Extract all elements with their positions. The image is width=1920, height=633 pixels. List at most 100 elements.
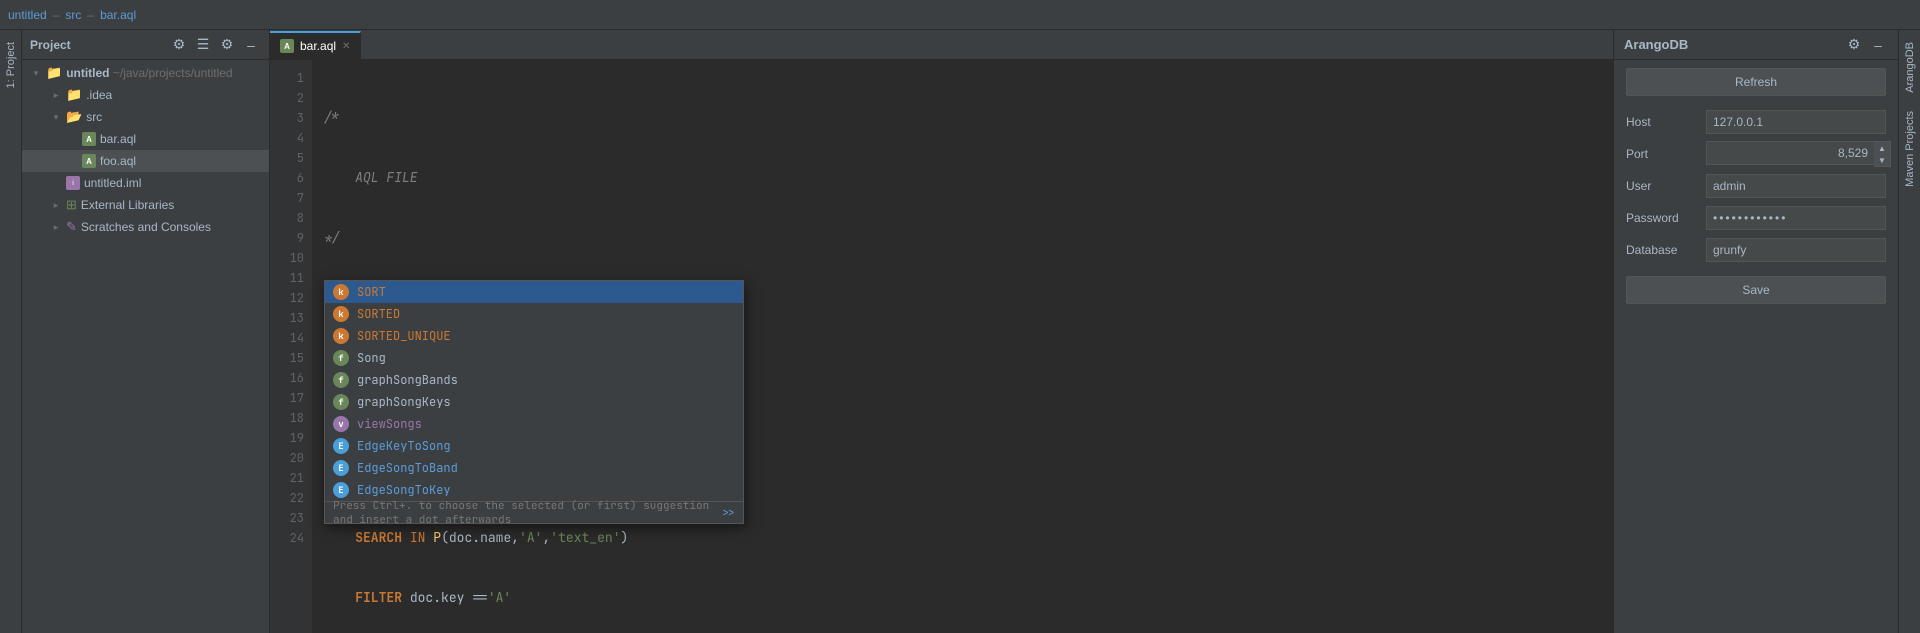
tree-item-bar-aql[interactable]: A bar.aql (22, 128, 269, 150)
arangodb-title: ArangoDB (1624, 37, 1688, 52)
src-link[interactable]: src (65, 8, 81, 22)
tree-label-iml: untitled.iml (84, 176, 141, 190)
port-label: Port (1626, 147, 1706, 161)
arrow-iml (50, 177, 62, 189)
settings-icon[interactable]: ⚙ (169, 35, 189, 55)
ac-icon-edge-key: E (333, 438, 349, 454)
port-spinners: ▲ ▼ (1874, 141, 1891, 167)
ac-hint-bar: Press Ctrl+. to choose the selected (or … (325, 501, 743, 523)
tree-label-src: src (86, 110, 102, 124)
file-icon-foo-aql: A (82, 154, 96, 168)
arrow-untitled: ▾ (30, 67, 42, 79)
file-icon-bar-aql: A (82, 132, 96, 146)
sep2: – (87, 8, 94, 22)
autocomplete-dropdown[interactable]: k SORT k SORTED k SORTED_UNIQUE f Song f (324, 280, 744, 524)
ac-icon-edge-band: E (333, 460, 349, 476)
ac-label-sort: SORT (357, 284, 386, 300)
tree-label-foo-aql: foo.aql (100, 154, 136, 168)
minimize-icon[interactable]: – (241, 35, 261, 55)
tree-item-src[interactable]: ▾ 📂 src (22, 106, 269, 128)
arangodb-panel: ArangoDB ⚙ – Refresh Host Port ▲ ▼ (1613, 30, 1898, 633)
tree-item-ext-libs[interactable]: ▸ ⊞ External Libraries (22, 194, 269, 216)
password-row: Password (1626, 204, 1886, 232)
tree-item-iml[interactable]: i untitled.iml (22, 172, 269, 194)
password-label: Password (1626, 211, 1706, 225)
maven-side-tab[interactable]: Maven Projects (1901, 103, 1919, 195)
right-panel-header: ArangoDB ⚙ – (1614, 30, 1898, 60)
code-line-3: */ (324, 228, 1613, 248)
left-panel-tabs: 1: Project (0, 30, 22, 633)
close-icon-right[interactable]: – (1868, 35, 1888, 55)
tree-item-scratches[interactable]: ▸ ✎ Scratches and Consoles (22, 216, 269, 238)
sep1: – (53, 8, 60, 22)
gear-icon[interactable]: ⚙ (217, 35, 237, 55)
scratches-icon: ✎ (66, 219, 77, 235)
host-input[interactable] (1706, 110, 1886, 134)
ac-icon-song: f (333, 350, 349, 366)
ac-item-edge-song-to-band[interactable]: E EdgeSongToBand (325, 457, 743, 479)
ac-item-sorted-unique[interactable]: k SORTED_UNIQUE (325, 325, 743, 347)
ac-icon-edge-skey: E (333, 482, 349, 498)
port-increment[interactable]: ▲ (1874, 142, 1890, 154)
ac-label-edge-skey: EdgeSongToKey (357, 482, 451, 498)
tab-bar: A bar.aql ✕ (270, 30, 1613, 60)
settings-icon-right[interactable]: ⚙ (1844, 35, 1864, 55)
ac-label-sorted: SORTED (357, 306, 400, 322)
tree-label-scratches: Scratches and Consoles (81, 220, 211, 234)
password-input[interactable] (1706, 206, 1886, 230)
tree-item-idea[interactable]: ▸ 📁 .idea (22, 84, 269, 106)
arrow-bar (66, 133, 78, 145)
refresh-button[interactable]: Refresh (1626, 68, 1886, 96)
folder-icon-idea: 📁 (66, 87, 82, 103)
arrow-scratches: ▸ (50, 221, 62, 233)
user-row: User (1626, 172, 1886, 200)
ac-label-graph-keys: graphSongKeys (357, 394, 451, 410)
code-line-9: FILTER doc.key =='A' (324, 588, 1613, 608)
ac-item-sorted[interactable]: k SORTED (325, 303, 743, 325)
project-tree: ▾ 📁 untitled ~/java/projects/untitled ▸ … (22, 60, 269, 633)
arangodb-side-tab[interactable]: ArangoDB (1901, 34, 1919, 101)
port-input[interactable] (1706, 141, 1874, 165)
collapse-icon[interactable]: ☰ (193, 35, 213, 55)
editor-tab-bar-aql[interactable]: A bar.aql ✕ (270, 31, 361, 59)
database-label: Database (1626, 243, 1706, 257)
folder-icon-untitled: 📁 (46, 65, 62, 81)
tab-close-icon[interactable]: ✕ (342, 41, 350, 52)
code-editor[interactable]: 1 2 3 4 5 6 7 8 9 10 11 12 13 14 15 16 1… (270, 60, 1613, 633)
ac-icon-sorted: k (333, 306, 349, 322)
database-input[interactable] (1706, 238, 1886, 262)
save-button[interactable]: Save (1626, 276, 1886, 304)
port-row: Port ▲ ▼ (1626, 140, 1886, 168)
ac-item-graph-song-bands[interactable]: f graphSongBands (325, 369, 743, 391)
ac-icon-graph-bands: f (333, 372, 349, 388)
file-link[interactable]: bar.aql (100, 8, 136, 22)
arrow-ext: ▸ (50, 199, 62, 211)
ac-item-graph-song-keys[interactable]: f graphSongKeys (325, 391, 743, 413)
ac-item-view-songs[interactable]: v viewSongs (325, 413, 743, 435)
main-layout: 1: Project Project ⚙ ☰ ⚙ – ▾ 📁 untitled … (0, 30, 1920, 633)
sidebar-title: Project (30, 38, 165, 52)
user-label: User (1626, 179, 1706, 193)
tree-item-foo-aql[interactable]: A foo.aql (22, 150, 269, 172)
tree-item-untitled[interactable]: ▾ 📁 untitled ~/java/projects/untitled (22, 62, 269, 84)
port-decrement[interactable]: ▼ (1874, 154, 1890, 166)
project-tab[interactable]: 1: Project (2, 34, 20, 96)
arrow-foo (66, 155, 78, 167)
ac-label-edge-key: EdgeKeyToSong (357, 438, 451, 454)
ac-hint-link[interactable]: >> (722, 506, 735, 520)
right-side-tabs: ArangoDB Maven Projects (1898, 30, 1920, 633)
tree-label-idea: .idea (86, 88, 112, 102)
sidebar-toolbar: Project ⚙ ☰ ⚙ – (22, 30, 269, 60)
code-line-1: /* (324, 108, 1613, 128)
tree-label-ext-libs: External Libraries (81, 198, 174, 212)
ac-item-song[interactable]: f Song (325, 347, 743, 369)
project-link[interactable]: untitled (8, 8, 47, 22)
ac-item-sort[interactable]: k SORT (325, 281, 743, 303)
code-line-2: AQL FILE (324, 168, 1613, 188)
ac-item-edge-key-to-song[interactable]: E EdgeKeyToSong (325, 435, 743, 457)
host-label: Host (1626, 115, 1706, 129)
database-row: Database (1626, 236, 1886, 264)
user-input[interactable] (1706, 174, 1886, 198)
line-numbers: 1 2 3 4 5 6 7 8 9 10 11 12 13 14 15 16 1… (270, 60, 312, 633)
ac-icon-sort: k (333, 284, 349, 300)
